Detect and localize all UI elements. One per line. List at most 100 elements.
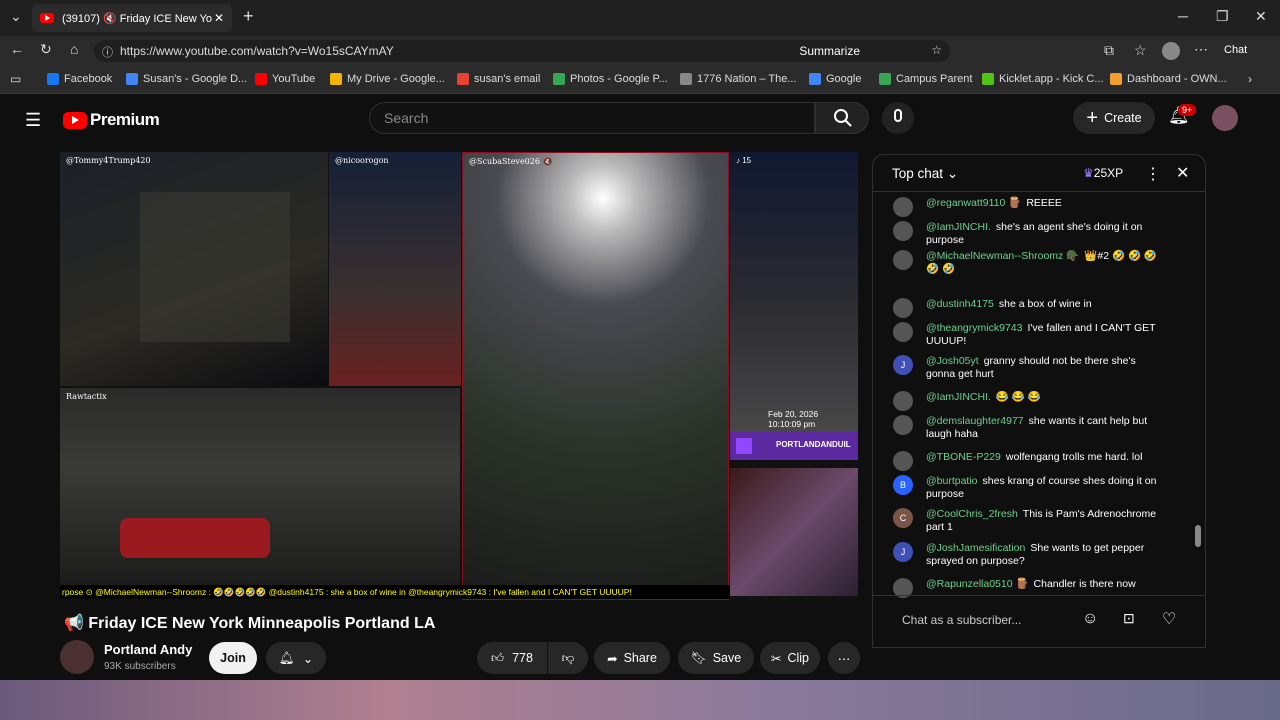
bookmarks-overflow-icon[interactable]: › [1248,72,1252,86]
top-chat-dropdown[interactable]: Top chat ⌄ [892,166,958,182]
favorite-star-icon[interactable]: ☆ [931,43,942,57]
chat-username[interactable]: @reganwatt9110 🪵 [926,197,1021,209]
bookmark-item[interactable]: My Drive - Google... [330,73,445,85]
chat-scrollbar[interactable] [1195,195,1201,585]
favorites-icon[interactable]: ☆ [1134,42,1147,59]
chat-avatar[interactable] [893,451,913,471]
chat-username[interactable]: @burtpatio [926,475,978,487]
chat-username[interactable]: @MichaelNewman--Shroomz 🪖 [926,250,1079,262]
chat-avatar[interactable]: J [893,355,913,375]
bookmark-item[interactable]: Campus Parent [879,73,972,85]
profile-avatar[interactable] [1162,42,1180,60]
chat-avatar[interactable] [893,298,913,318]
super-chat-icon[interactable]: ⊡ [1123,610,1135,627]
join-button[interactable]: Join [209,642,257,674]
reading-list-icon[interactable]: ▭ [10,72,21,86]
back-icon[interactable]: ← [10,41,24,57]
chat-username[interactable]: @Josh05yt [926,355,979,367]
more-actions-button[interactable]: ⋯ [828,642,860,674]
like-button[interactable]: 👍︎ 778 [477,642,547,674]
chat-scroll-thumb[interactable] [1195,525,1201,547]
create-button[interactable]: + Create [1073,102,1155,134]
menu-icon[interactable]: ☰ [25,110,41,131]
share-button[interactable]: ➦ Share [594,642,670,674]
chat-avatar[interactable]: B [893,475,913,495]
chat-avatar[interactable] [893,415,913,435]
bookmark-item[interactable]: 1776 Nation – The... [680,73,796,85]
chat-username[interactable]: @CoolChris_2fresh [926,508,1018,520]
copilot-chat-button[interactable]: Chat [1224,44,1247,56]
bookmark-item[interactable]: YouTube [255,73,315,85]
chat-username[interactable]: @IamJINCHI. [926,391,991,403]
bookmark-favicon-icon [982,73,994,85]
top-chat-label: Top chat [892,166,944,181]
browser-tab-active[interactable]: (39107) 🔇 Friday ICE New Yo ✕ [32,4,232,32]
chat-username[interactable]: @dustinh4175 [926,298,994,310]
bookmark-item[interactable]: Photos - Google P... [553,73,668,85]
home-icon[interactable]: ⌂ [70,41,78,57]
maximize-icon[interactable]: ❐ [1216,8,1229,25]
subscribe-bell-button[interactable]: 🔔︎ ⌄ [266,642,326,674]
chat-avatar[interactable]: C [893,508,913,528]
pane-label: @ScubaSteve026 🔇 [469,157,553,166]
dislike-button[interactable]: 👎︎ [548,642,588,674]
youtube-favicon-icon [40,13,54,23]
close-window-icon[interactable]: ✕ [1255,8,1267,25]
chat-avatar[interactable] [893,197,913,217]
minimize-icon[interactable]: ─ [1178,8,1188,24]
tab-close-icon[interactable]: ✕ [214,11,224,25]
xp-badge[interactable]: ♛25XP [1083,166,1123,180]
heart-icon[interactable]: ♡ [1162,609,1176,629]
chat-avatar[interactable] [893,391,913,411]
bookmark-item[interactable]: Facebook [47,73,112,85]
bookmarks-bar: ▭ Facebook Susan's - Google D... YouTube My… [0,66,1280,94]
clip-button[interactable]: ✂ Clip [760,642,820,674]
chat-message: @Rapunzella0510 🪵 Chandler is there now [893,578,1163,598]
more-horizontal-icon: ⋯ [837,651,851,666]
search-button[interactable] [815,102,869,134]
extensions-icon[interactable]: ⧉ [1104,42,1114,59]
chat-avatar[interactable]: J [893,542,913,562]
chat-username[interactable]: @TBONE-P229 [926,451,1001,463]
bookmark-label: 1776 Nation – The... [697,73,797,85]
channel-name[interactable]: Portland Andy [104,642,192,657]
tab-list-chevron-icon[interactable]: ⌄ [10,8,22,25]
new-tab-icon[interactable]: + [243,6,254,27]
page-scrollbar[interactable] [1268,95,1280,680]
chat-username[interactable]: @JoshJamesification [926,542,1025,554]
video-player[interactable]: @Tommy4Trump420 @nicoorogon @ScubaSteve0… [60,152,858,600]
live-chat-panel: Top chat ⌄ ♛25XP ⋮ ✕ @reganwatt9110 🪵 REE… [872,154,1206,648]
chat-avatar[interactable] [893,322,913,342]
chat-more-icon[interactable]: ⋮ [1145,164,1161,184]
account-avatar[interactable] [1212,105,1238,131]
bookmark-item[interactable]: Kicklet.app - Kick C... [982,73,1104,85]
emoji-icon[interactable]: ☺ [1082,610,1098,628]
bookmark-item[interactable]: Susan's - Google D... [126,73,247,85]
close-chat-icon[interactable]: ✕ [1176,163,1189,183]
chat-username[interactable]: @Rapunzella0510 🪵 [926,578,1029,590]
youtube-logo[interactable]: Premium [63,110,160,130]
chat-username[interactable]: @IamJINCHI. [926,221,991,233]
voice-search-button[interactable] [882,102,914,134]
video-pane-main: @ScubaSteve026 🔇 [462,152,729,600]
chat-username[interactable]: @theangrymick9743 [926,322,1022,334]
chevron-down-icon: ⌄ [302,651,314,666]
search-input[interactable]: Search [369,102,815,134]
url-field[interactable]: ⓘ https://www.youtube.com/watch?v=Wo15sC… [94,40,950,62]
channel-avatar[interactable] [60,640,94,674]
chat-avatar[interactable] [893,250,913,270]
bookmark-item[interactable]: susan's email [457,73,540,85]
reload-icon[interactable]: ↻ [40,41,52,58]
summarize-button[interactable]: Summarize [799,44,860,58]
chat-message: B @burtpatio shes krang of course shes doi… [893,475,1163,501]
chat-input[interactable]: Chat as a subscriber... [902,613,1021,627]
bookmark-label: Campus Parent [896,73,973,85]
more-menu-icon[interactable]: ⋯ [1194,41,1208,58]
bookmark-item[interactable]: Google [809,73,861,85]
youtube-page: ☰ Premium Search + Create 🔔︎ 9+ @Tommy4Tr… [0,95,1268,680]
bookmark-item[interactable]: Dashboard - OWN... [1110,73,1227,85]
chat-avatar[interactable] [893,221,913,241]
chat-username[interactable]: @demslaughter4977 [926,415,1024,427]
site-info-icon[interactable]: ⓘ [102,44,113,60]
save-button[interactable]: 🔖︎ Save [678,642,754,674]
